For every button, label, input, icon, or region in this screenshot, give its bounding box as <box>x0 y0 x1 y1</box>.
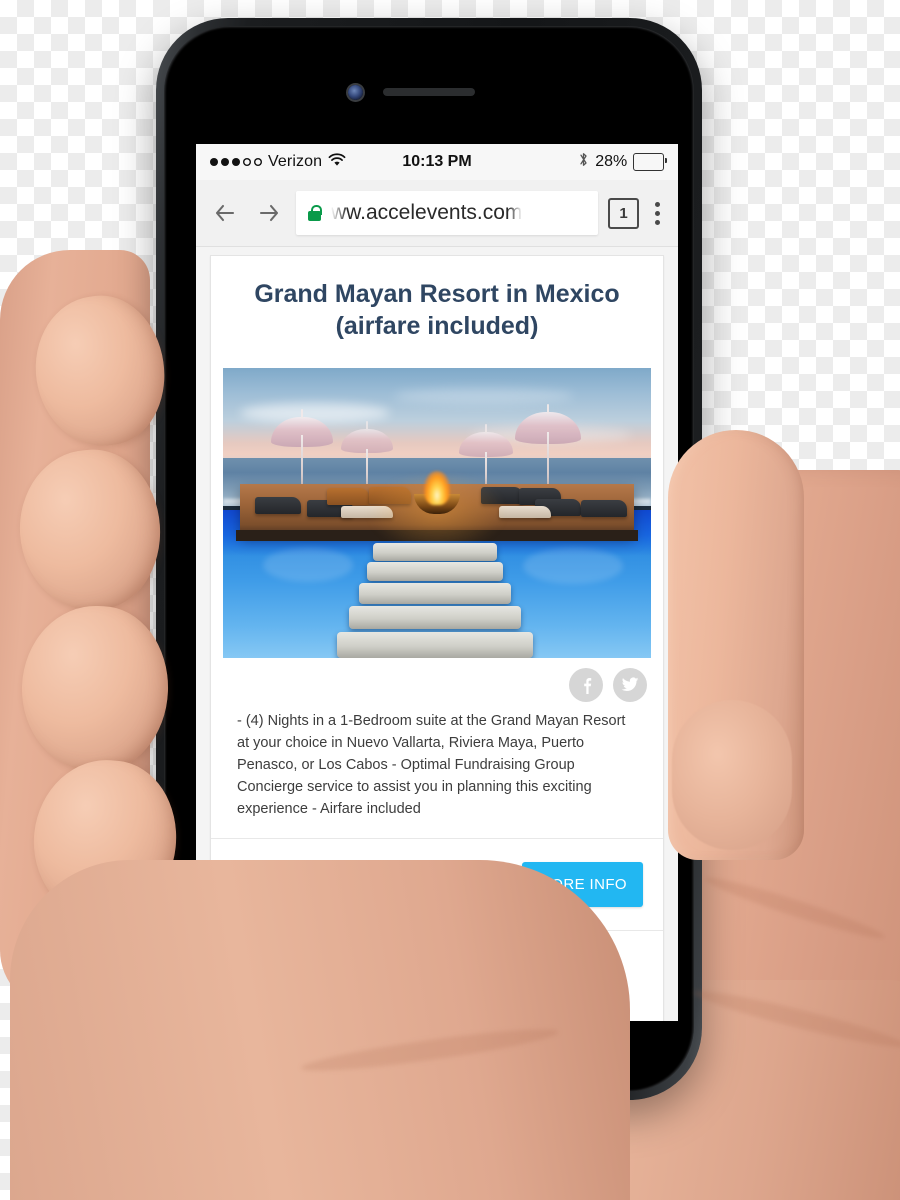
fingertip-index <box>26 287 174 455</box>
web-page-body: Grand Mayan Resort in Mexico (airfare in… <box>196 247 678 1021</box>
auction-item-card: Grand Mayan Resort in Mexico (airfare in… <box>210 255 664 1021</box>
bid-button[interactable]: BID <box>346 950 528 997</box>
facebook-share-icon[interactable] <box>569 668 603 702</box>
item-code-value: MEX <box>356 859 401 882</box>
item-code-label: ITEM CODE: <box>233 860 347 882</box>
page-title: Grand Mayan Resort in Mexico (airfare in… <box>254 280 620 340</box>
browser-toolbar: ww.accelevents.com 1 <box>196 180 678 247</box>
front-camera-icon <box>348 85 363 100</box>
current-bid-value: $ 2400 <box>382 886 444 909</box>
cellular-signal-icon <box>210 158 262 166</box>
address-bar[interactable]: ww.accelevents.com <box>296 191 598 235</box>
resort-photo <box>223 368 651 658</box>
battery-percent-label: 28% <box>595 153 628 170</box>
forward-button[interactable] <box>252 196 286 230</box>
item-description: - (4) Nights in a 1-Bedroom suite at the… <box>237 713 626 818</box>
hand-knuckles <box>0 250 150 1010</box>
phone-screen: Verizon 10:13 PM 28% ww.accelevents.com … <box>196 144 678 1021</box>
bid-footer: BID <box>211 930 663 1021</box>
earpiece-speaker-icon <box>383 88 475 96</box>
item-code-row: ITEM CODE: MEX <box>233 857 510 884</box>
bluetooth-icon <box>578 151 589 173</box>
carrier-label: Verizon <box>268 153 323 170</box>
current-bid-label: CURRENT BID: <box>233 887 373 909</box>
phone-bezel: Verizon 10:13 PM 28% ww.accelevents.com … <box>164 26 694 1092</box>
url-text: ww.accelevents.com <box>331 201 523 224</box>
back-button[interactable] <box>208 196 242 230</box>
clock: 10:13 PM <box>402 153 472 170</box>
screenshot-stage: Verizon 10:13 PM 28% ww.accelevents.com … <box>0 0 900 1200</box>
bid-info-section: ITEM CODE: MEX CURRENT BID: $ 2400 MORE … <box>211 839 663 929</box>
tab-count-label: 1 <box>619 204 628 222</box>
lock-icon <box>308 205 323 221</box>
fingertip-ring <box>19 603 171 774</box>
social-share-buttons <box>211 658 663 708</box>
phone-device: Verizon 10:13 PM 28% ww.accelevents.com … <box>156 18 702 1100</box>
current-bid-row: CURRENT BID: $ 2400 <box>233 884 510 911</box>
twitter-share-icon[interactable] <box>613 668 647 702</box>
ios-status-bar: Verizon 10:13 PM 28% <box>196 144 678 180</box>
more-info-button[interactable]: MORE INFO <box>522 861 643 907</box>
overflow-menu-icon[interactable] <box>649 201 666 225</box>
battery-icon <box>633 153 667 171</box>
fingertip-middle <box>14 445 166 615</box>
wifi-icon <box>328 152 346 172</box>
tab-counter-button[interactable]: 1 <box>608 197 639 229</box>
